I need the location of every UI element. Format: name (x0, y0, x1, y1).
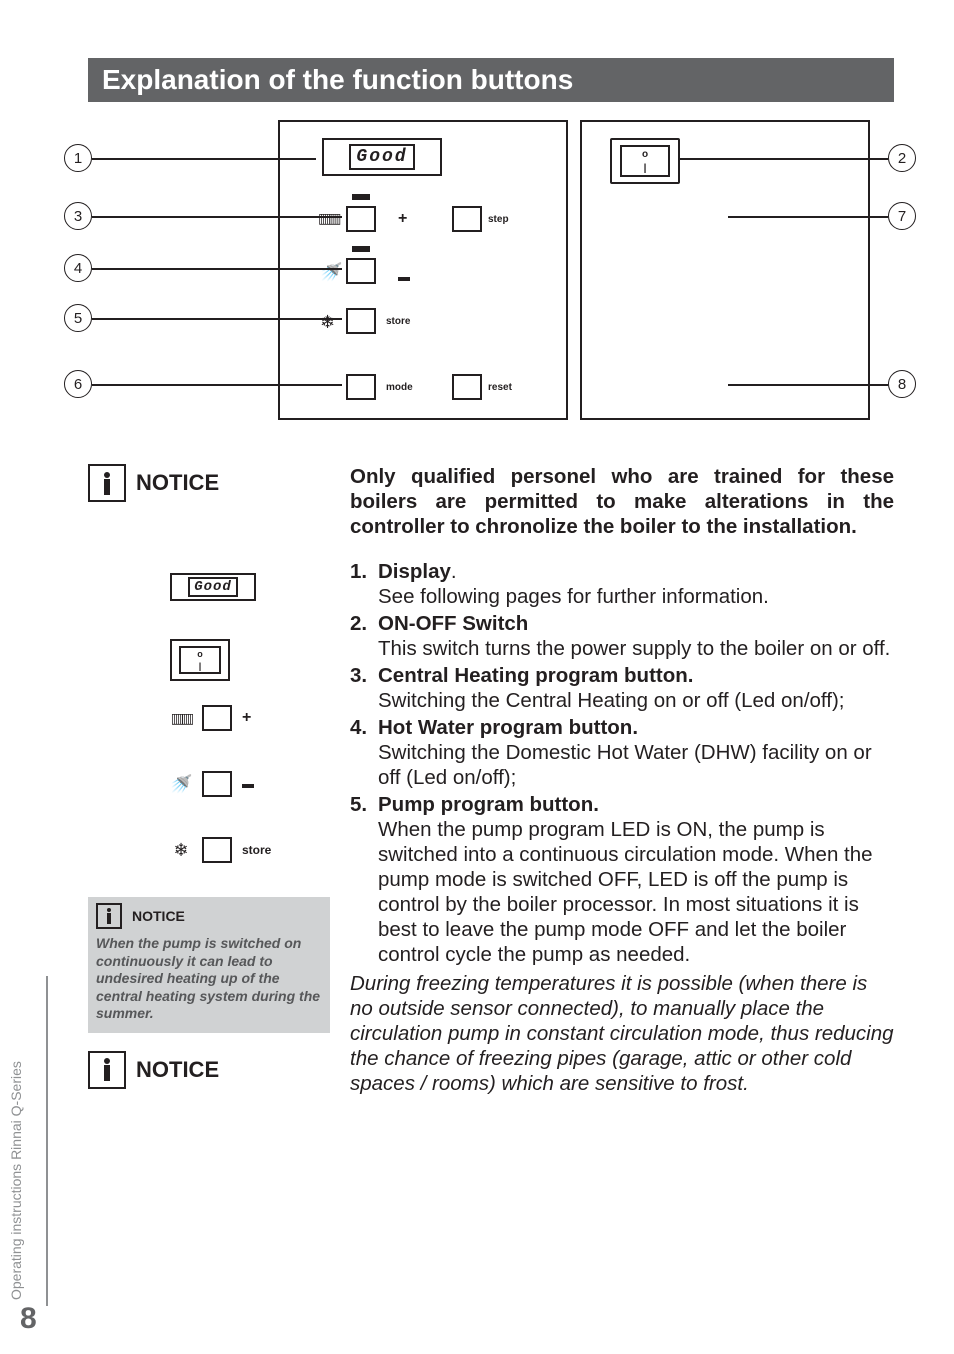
leader-5 (92, 318, 342, 320)
step-button[interactable] (452, 206, 482, 232)
callout-7: 7 (888, 202, 916, 230)
ch-button[interactable] (346, 206, 376, 232)
mini-ch-button (202, 705, 232, 731)
mini-lcd-text: Good (188, 577, 238, 597)
switch-bottom-glyph: | (644, 163, 647, 174)
small-notice-block: NOTICE When the pump is switched on cont… (88, 897, 330, 1033)
item-title-suffix: . (451, 560, 457, 583)
item-number: 2. (350, 611, 378, 636)
notice-block-bottom: NOTICE (88, 1051, 330, 1089)
callout-8: 8 (888, 370, 916, 398)
control-panel-left: Good ▥▥ + step 🚿 ❄ store mode reset (278, 120, 568, 420)
item-number: 5. (350, 792, 378, 817)
leader-6 (92, 384, 342, 386)
callout-4: 4 (64, 254, 92, 282)
small-notice-label: NOTICE (132, 908, 185, 924)
callout-1: 1 (64, 144, 92, 172)
list-item: 3.Central Heating program button. Switch… (350, 663, 894, 713)
side-running-text: Operating instructions Rinnai Q-Series (8, 1061, 24, 1300)
minus-icon (242, 775, 254, 793)
item-number: 4. (350, 715, 378, 740)
leader-7 (728, 216, 888, 218)
freeze-note: During freezing temperatures it is possi… (350, 971, 894, 1096)
lcd-display: Good (322, 138, 442, 176)
notice-label-bottom: NOTICE (136, 1057, 219, 1083)
mini-switch-top: o (197, 649, 203, 659)
controller-diagram: Good ▥▥ + step 🚿 ❄ store mode reset (88, 120, 894, 440)
radiator-icon: ▥▥ (170, 710, 192, 727)
reset-button[interactable] (452, 374, 482, 400)
reset-label: reset (488, 382, 512, 393)
info-icon (96, 903, 122, 929)
mode-label: mode (386, 382, 413, 393)
pump-button[interactable] (346, 308, 376, 334)
mini-ch-row: ▥▥ + (170, 705, 330, 757)
section-header: Explanation of the function buttons (88, 58, 894, 102)
function-list: 1.Display. See following pages for furth… (350, 559, 894, 967)
small-notice-text: When the pump is switched on continuousl… (96, 935, 322, 1023)
item-desc: Switching the Central Heating on or off … (378, 688, 894, 713)
item-title: Central Heating program button. (378, 664, 693, 687)
control-panel-right: o | (580, 120, 870, 420)
snowflake-icon: ❄ (320, 312, 335, 333)
list-item: 4.Hot Water program button. Switching th… (350, 715, 894, 790)
callout-6: 6 (64, 370, 92, 398)
callout-3: 3 (64, 202, 92, 230)
item-title: Display (378, 560, 451, 583)
mini-store-label: store (242, 843, 271, 857)
info-icon (88, 1051, 126, 1089)
item-title: Pump program button. (378, 793, 599, 816)
snowflake-icon: ❄ (170, 840, 192, 861)
item-desc: When the pump program LED is ON, the pum… (378, 817, 894, 967)
list-item: 1.Display. See following pages for furth… (350, 559, 894, 609)
info-icon (88, 464, 126, 502)
store-label: store (386, 316, 410, 327)
ch-led (352, 194, 370, 200)
plus-icon: + (398, 210, 407, 228)
leader-1 (92, 158, 316, 160)
notice-block-top: NOTICE (88, 464, 330, 502)
lcd-text: Good (349, 144, 414, 170)
item-title: ON-OFF Switch (378, 612, 528, 635)
callout-2: 2 (888, 144, 916, 172)
mode-button[interactable] (346, 374, 376, 400)
list-item: 5.Pump program button. When the pump pro… (350, 792, 894, 967)
item-number: 3. (350, 663, 378, 688)
mini-pump-row: ❄ store (170, 837, 330, 889)
mini-switch: o | (170, 639, 330, 691)
item-desc: See following pages for further informat… (378, 584, 894, 609)
page-number: 8 (20, 1302, 37, 1336)
callout-5: 5 (64, 304, 92, 332)
leader-3 (92, 216, 342, 218)
mini-switch-bottom: | (199, 661, 202, 671)
leader-4 (92, 268, 342, 270)
item-number: 1. (350, 559, 378, 584)
radiator-icon: ▥▥ (318, 210, 338, 227)
list-item: 2.ON-OFF Switch This switch turns the po… (350, 611, 894, 661)
item-desc: Switching the Domestic Hot Water (DHW) f… (378, 740, 894, 790)
mini-dhw-button (202, 771, 232, 797)
plus-icon: + (242, 709, 251, 727)
leader-8 (728, 384, 888, 386)
item-title: Hot Water program button. (378, 716, 638, 739)
notice-label-top: NOTICE (136, 470, 219, 496)
switch-top-glyph: o (642, 149, 648, 160)
mini-lcd: Good (170, 573, 330, 625)
tap-icon: 🚿 (170, 774, 192, 795)
mini-pump-button (202, 837, 232, 863)
mini-dhw-row: 🚿 (170, 771, 330, 823)
lead-paragraph: Only qualified personel who are trained … (350, 464, 894, 539)
minus-icon (398, 268, 410, 286)
leader-2 (680, 158, 888, 160)
side-rule (46, 976, 48, 1306)
power-switch[interactable]: o | (610, 138, 680, 184)
power-switch-face: o | (620, 145, 670, 177)
step-label: step (488, 214, 509, 225)
dhw-button[interactable] (346, 258, 376, 284)
item-desc: This switch turns the power supply to th… (378, 636, 894, 661)
tap-icon: 🚿 (320, 262, 342, 283)
dhw-led (352, 246, 370, 252)
